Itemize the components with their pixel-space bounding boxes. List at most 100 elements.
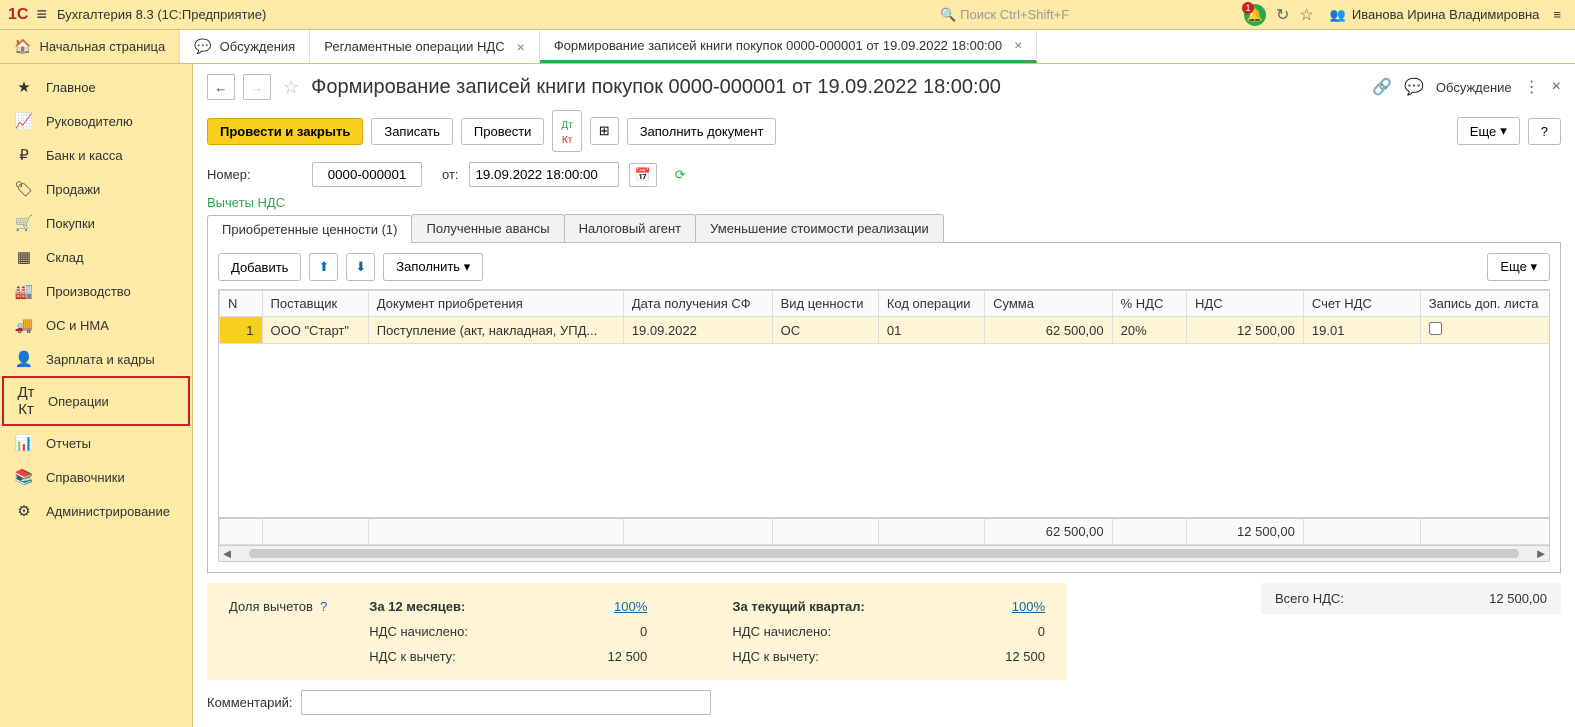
sidebar-item-2[interactable]: ₽Банк и касса	[0, 138, 192, 172]
search-placeholder: Поиск Ctrl+Shift+F	[960, 7, 1069, 22]
fill-document-button[interactable]: Заполнить документ	[627, 118, 777, 145]
content-area: ← → ☆ Формирование записей книги покупок…	[193, 64, 1575, 727]
deduct-title: Доля вычетов	[229, 599, 313, 614]
col-supplier[interactable]: Поставщик	[262, 291, 368, 317]
scroll-right-icon[interactable]: ►	[1533, 546, 1549, 561]
sidebar-item-6[interactable]: 🏭Производство	[0, 274, 192, 308]
cell-sfdate: 19.09.2022	[623, 317, 772, 344]
main-menu-icon[interactable]: ≡	[36, 4, 47, 25]
tab-content: Добавить ⬆ ⬇ Заполнить ▾ Еще ▾ N Поставщ…	[207, 243, 1561, 573]
vat-table: N Поставщик Документ приобретения Дата п…	[219, 290, 1550, 344]
itab-tax-agent[interactable]: Налоговый агент	[564, 214, 696, 242]
status-icon[interactable]: ⟳	[675, 167, 686, 183]
move-down-button[interactable]: ⬇	[346, 253, 375, 281]
chevron-down-icon: ▾	[1500, 123, 1507, 139]
itab-reduction[interactable]: Уменьшение стоимости реализации	[695, 214, 944, 242]
col-opcode[interactable]: Код операции	[878, 291, 984, 317]
itab-advances[interactable]: Полученные авансы	[411, 214, 564, 242]
tab-close-icon[interactable]: ×	[517, 39, 525, 55]
scrollbar-thumb[interactable]	[249, 549, 1519, 558]
comment-row: Комментарий:	[207, 690, 1561, 715]
favorite-star-icon[interactable]: ☆	[283, 77, 299, 98]
sidebar-label: Отчеты	[46, 436, 91, 451]
tab-toolbar: Добавить ⬆ ⬇ Заполнить ▾ Еще ▾	[218, 253, 1550, 281]
comment-input[interactable]	[301, 690, 711, 715]
col-valuetype[interactable]: Вид ценности	[772, 291, 878, 317]
itab-purchased[interactable]: Приобретенные ценности (1)	[207, 215, 412, 243]
table-row[interactable]: 1ООО "Старт"Поступление (акт, накладная,…	[220, 317, 1551, 344]
sidebar-icon: ★	[14, 78, 34, 96]
help-button[interactable]: ?	[1528, 118, 1561, 145]
sidebar-item-3[interactable]: 🏷 Продажи	[0, 172, 192, 206]
add-button[interactable]: Добавить	[218, 253, 301, 281]
discuss-label[interactable]: Обсуждение	[1436, 80, 1512, 95]
sidebar-label: ОС и НМА	[46, 318, 109, 333]
number-label: Номер:	[207, 167, 302, 182]
date-input[interactable]	[469, 162, 619, 187]
cell-vat: 12 500,00	[1187, 317, 1304, 344]
extra-checkbox[interactable]	[1429, 322, 1442, 335]
col-vatpct[interactable]: % НДС	[1112, 291, 1186, 317]
sidebar-item-9[interactable]: Дт КтОперации	[2, 376, 190, 426]
close-icon[interactable]: ×	[1552, 78, 1561, 96]
deduct-label: НДС к вычету:	[363, 645, 536, 668]
document-toolbar: Провести и закрыть Записать Провести ДтК…	[207, 110, 1561, 152]
scroll-left-icon[interactable]: ◄	[219, 546, 235, 561]
col-vatacc[interactable]: Счет НДС	[1303, 291, 1420, 317]
save-button[interactable]: Записать	[371, 118, 453, 145]
col-vat[interactable]: НДС	[1187, 291, 1304, 317]
dt-kt-button[interactable]: ДтКт	[552, 110, 581, 152]
col-n[interactable]: N	[220, 291, 263, 317]
tab-reg-ops-label: Регламентные операции НДС	[324, 39, 504, 54]
col12-pct[interactable]: 100%	[614, 599, 647, 614]
post-and-close-button[interactable]: Провести и закрыть	[207, 118, 363, 145]
sidebar-item-5[interactable]: ▦Склад	[0, 240, 192, 274]
col-sfdate[interactable]: Дата получения СФ	[623, 291, 772, 317]
tab-close-icon[interactable]: ×	[1014, 37, 1022, 53]
more-button[interactable]: Еще ▾	[1457, 117, 1520, 145]
col-sum[interactable]: Сумма	[985, 291, 1113, 317]
post-button[interactable]: Провести	[461, 118, 545, 145]
user-name: Иванова Ирина Владимировна	[1352, 7, 1540, 22]
calendar-icon[interactable]: 📅	[629, 163, 657, 187]
tab-home[interactable]: 🏠 Начальная страница	[0, 30, 180, 63]
more-icon[interactable]: ⋮	[1524, 77, 1540, 97]
tab-purchase-book[interactable]: Формирование записей книги покупок 0000-…	[540, 30, 1038, 63]
history-icon[interactable]: ↻	[1276, 5, 1289, 25]
global-search[interactable]: 🔍 Поиск Ctrl+Shift+F	[940, 7, 1230, 23]
horizontal-scrollbar[interactable]: ◄ ►	[219, 545, 1549, 561]
cell-vatpct: 20%	[1112, 317, 1186, 344]
tab-more-button[interactable]: Еще ▾	[1487, 253, 1550, 281]
nav-forward-button[interactable]: →	[243, 74, 271, 100]
notification-bell-icon[interactable]: 1 🔔	[1244, 4, 1266, 26]
user-menu[interactable]: 👥 Иванова Ирина Владимировна ≡	[1330, 7, 1561, 23]
sidebar-item-10[interactable]: 📊Отчеты	[0, 426, 192, 460]
cell-sum: 62 500,00	[985, 317, 1113, 344]
link-icon[interactable]: 🔗	[1372, 77, 1392, 97]
user-menu-icon[interactable]: ≡	[1553, 7, 1561, 22]
sidebar-icon: 👤	[14, 350, 34, 368]
structure-button[interactable]: ⊞	[590, 117, 619, 145]
sidebar-item-7[interactable]: 🚚ОС и НМА	[0, 308, 192, 342]
nav-back-button[interactable]: ←	[207, 74, 235, 100]
sidebar-item-11[interactable]: 📚Справочники	[0, 460, 192, 494]
discuss-icon[interactable]: 💬	[1404, 77, 1424, 97]
sidebar-item-8[interactable]: 👤Зарплата и кадры	[0, 342, 192, 376]
sidebar-item-0[interactable]: ★Главное	[0, 70, 192, 104]
sidebar-item-1[interactable]: 📈Руководителю	[0, 104, 192, 138]
tab-reg-ops[interactable]: Регламентные операции НДС ×	[310, 30, 540, 63]
sidebar-label: Продажи	[46, 182, 100, 197]
favorites-icon[interactable]: ☆	[1299, 5, 1313, 25]
fill-button[interactable]: Заполнить ▾	[383, 253, 483, 281]
move-up-button[interactable]: ⬆	[309, 253, 338, 281]
total-vat-panel: Всего НДС: 12 500,00	[1261, 583, 1561, 614]
sidebar-icon: 🏷	[14, 180, 34, 198]
col-doc[interactable]: Документ приобретения	[368, 291, 623, 317]
colq-pct[interactable]: 100%	[1012, 599, 1045, 614]
col-extra[interactable]: Запись доп. листа	[1420, 291, 1550, 317]
sidebar-item-12[interactable]: ⚙Администрирование	[0, 494, 192, 528]
sidebar-item-4[interactable]: 🛒Покупки	[0, 206, 192, 240]
help-icon[interactable]: ?	[320, 599, 327, 614]
tab-discussions[interactable]: 💬 Обсуждения	[180, 30, 310, 63]
number-input[interactable]	[312, 162, 422, 187]
